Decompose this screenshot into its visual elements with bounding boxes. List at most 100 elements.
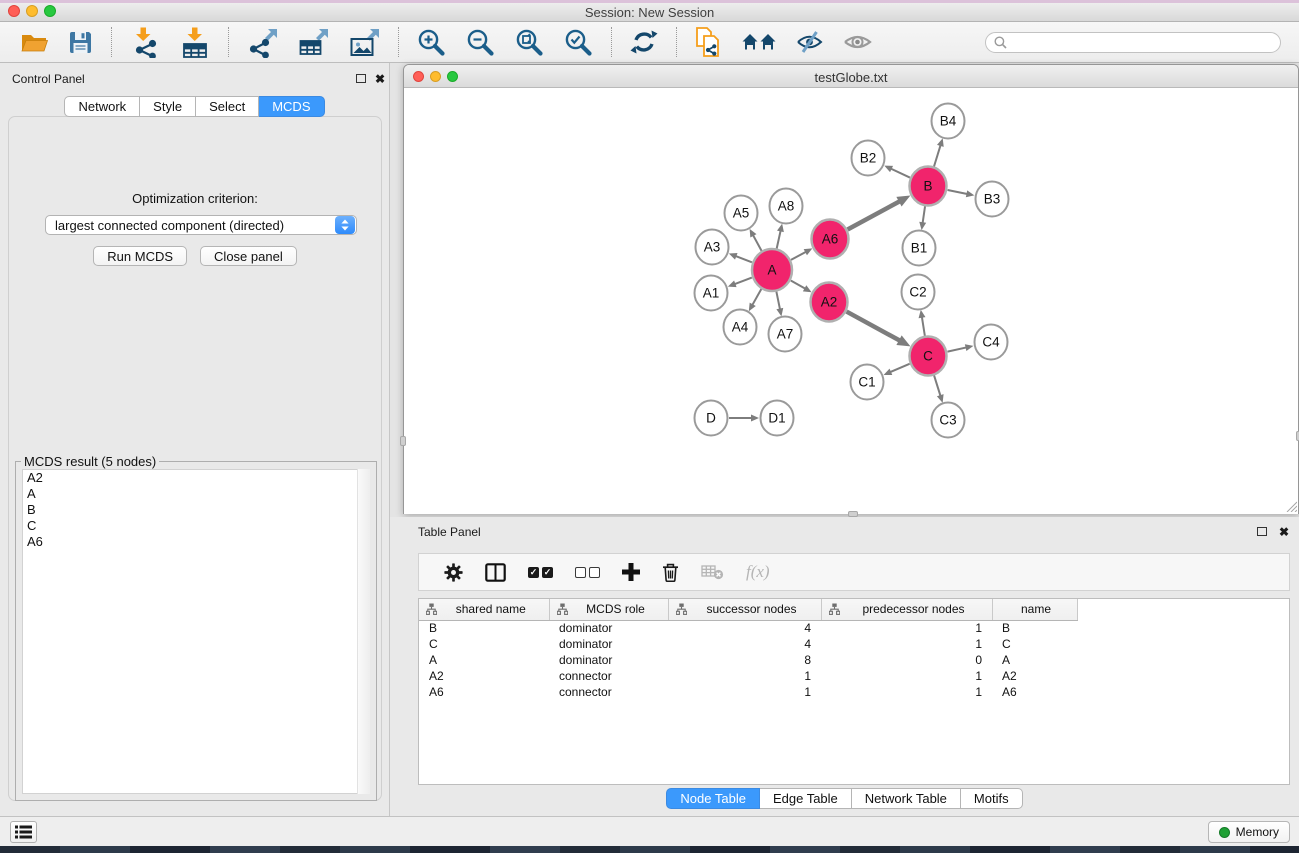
delete-column-button[interactable] (651, 563, 690, 582)
show-columns-button[interactable] (474, 563, 517, 582)
tab-style[interactable]: Style (140, 96, 196, 117)
svg-text:A2: A2 (821, 295, 838, 310)
graph-node-B[interactable]: B (910, 167, 947, 206)
float-panel-icon[interactable] (356, 74, 366, 83)
tab-mcds[interactable]: MCDS (259, 96, 324, 117)
mcds-result-item[interactable]: A6 (23, 534, 369, 550)
column-header-predecessor-nodes[interactable]: predecessor nodes (821, 599, 992, 620)
zoom-fit-content-button[interactable] (509, 26, 550, 59)
svg-text:D: D (706, 411, 716, 426)
open-session-button[interactable] (14, 28, 54, 56)
import-network-button[interactable] (124, 25, 166, 60)
mcds-result-item[interactable]: C (23, 518, 369, 534)
list-scrollbar[interactable] (357, 469, 370, 794)
graph-node-A3[interactable]: A3 (696, 230, 729, 265)
tab-node-table[interactable]: Node Table (666, 788, 760, 809)
delete-table-button[interactable] (690, 564, 735, 580)
task-history-button[interactable] (10, 821, 37, 843)
clone-network-button[interactable] (689, 24, 728, 60)
memory-button[interactable]: Memory (1208, 821, 1290, 843)
tab-network[interactable]: Network (64, 96, 140, 117)
list-icon (15, 825, 32, 839)
status-bar: Memory (0, 816, 1299, 846)
table-float-icon[interactable] (1257, 527, 1267, 536)
graph-node-C3[interactable]: C3 (932, 403, 965, 438)
table-row[interactable]: Cdominator41C (419, 636, 1290, 652)
graph-node-B1[interactable]: B1 (903, 231, 936, 266)
graph-edge-A2-C (847, 312, 911, 347)
graph-node-C1[interactable]: C1 (851, 365, 884, 400)
close-panel-button[interactable]: Close panel (200, 246, 297, 266)
table-row[interactable]: Adominator80A (419, 652, 1290, 668)
graph-node-C4[interactable]: C4 (975, 325, 1008, 360)
graph-node-A1[interactable]: A1 (695, 276, 728, 311)
zoom-out-button[interactable] (460, 26, 501, 59)
resize-grip-icon[interactable] (1283, 498, 1297, 512)
show-graphics-details-button[interactable] (837, 29, 878, 55)
graph-node-B4[interactable]: B4 (932, 104, 965, 139)
graph-node-A2[interactable]: A2 (811, 283, 848, 322)
table-row[interactable]: Bdominator41B (419, 620, 1290, 636)
function-builder-button[interactable]: f(x) (735, 562, 781, 582)
table-close-icon[interactable]: ✖ (1279, 527, 1289, 537)
create-column-button[interactable] (611, 563, 651, 581)
unselect-all-button[interactable] (564, 567, 611, 578)
left-scroll-thumb[interactable] (400, 436, 406, 446)
svg-text:A4: A4 (732, 320, 749, 335)
zoom-selected-icon (564, 28, 593, 57)
column-header-shared-name[interactable]: shared name (419, 599, 549, 620)
table-row[interactable]: A6connector11A6 (419, 684, 1290, 700)
hide-graphics-details-button[interactable] (790, 28, 829, 56)
search-input[interactable] (1012, 35, 1272, 49)
tab-network-table[interactable]: Network Table (852, 788, 961, 809)
refresh-view-button[interactable] (624, 26, 664, 58)
graph-node-D1[interactable]: D1 (761, 401, 794, 436)
table-cell: 1 (668, 668, 821, 684)
table-settings-button[interactable] (433, 563, 474, 582)
graph-node-A7[interactable]: A7 (769, 317, 802, 352)
export-table-button[interactable] (292, 25, 335, 60)
graph-node-C2[interactable]: C2 (902, 275, 935, 310)
mcds-result-item[interactable]: B (23, 502, 369, 518)
select-all-button[interactable]: ✓✓ (517, 567, 564, 578)
svg-text:A1: A1 (703, 286, 720, 301)
memory-label: Memory (1236, 825, 1279, 839)
tab-motifs[interactable]: Motifs (961, 788, 1023, 809)
zoom-fit-icon (515, 28, 544, 57)
column-header-name[interactable]: name (992, 599, 1077, 620)
network-canvas[interactable]: A5 A8 A3 A A1 A4 A7 A6 A2 B2 B4 B B3 B1 C2 C4 C C1 C3 D D1 (404, 88, 1298, 514)
zoom-in-button[interactable] (411, 26, 452, 59)
close-panel-icon[interactable]: ✖ (375, 74, 385, 84)
save-session-button[interactable] (62, 28, 99, 57)
graph-node-A8[interactable]: A8 (770, 189, 803, 224)
zoom-selected-button[interactable] (558, 26, 599, 59)
column-header-successor-nodes[interactable]: successor nodes (668, 599, 821, 620)
export-image-button[interactable] (343, 25, 386, 60)
table-cell: dominator (549, 636, 668, 652)
table-cell: 1 (821, 684, 992, 700)
home-view-button[interactable] (736, 28, 782, 56)
graph-node-D[interactable]: D (695, 401, 728, 436)
eye-slash-icon (796, 30, 823, 54)
mcds-result-item[interactable]: A (23, 486, 369, 502)
column-header-MCDS-role[interactable]: MCDS role (549, 599, 668, 620)
import-table-button[interactable] (174, 25, 216, 60)
graph-node-A6[interactable]: A6 (812, 220, 849, 259)
graph-node-B3[interactable]: B3 (976, 182, 1009, 217)
graph-node-C[interactable]: C (910, 337, 947, 376)
tab-select[interactable]: Select (196, 96, 259, 117)
node-table-grid: shared name MCDS role successor nodes pr… (419, 599, 1290, 700)
run-mcds-button[interactable]: Run MCDS (93, 246, 187, 266)
memory-status-icon (1219, 827, 1230, 838)
graph-edge-C-C2 (919, 310, 926, 336)
graph-node-A4[interactable]: A4 (724, 310, 757, 345)
graph-node-A5[interactable]: A5 (725, 196, 758, 231)
mcds-result-item[interactable]: A2 (23, 470, 369, 486)
criterion-dropdown[interactable]: largest connected component (directed) (45, 215, 357, 235)
double-home-icon (742, 30, 776, 54)
table-row[interactable]: A2connector11A2 (419, 668, 1290, 684)
tab-edge-table[interactable]: Edge Table (760, 788, 852, 809)
export-network-button[interactable] (241, 25, 284, 60)
graph-node-A[interactable]: A (752, 249, 792, 291)
graph-node-B2[interactable]: B2 (852, 141, 885, 176)
